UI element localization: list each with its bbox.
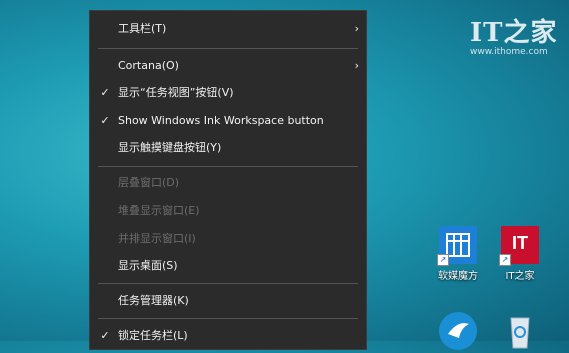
ithome-icon-text: IT (512, 233, 528, 253)
menu-item-label: 显示触摸键盘按钮(Y) (118, 141, 222, 154)
menu-item-label: 锁定任务栏(L) (118, 329, 188, 342)
menu-item-side-by-side-windows: 并排显示窗口(I) (90, 227, 366, 251)
menu-item-label: 显示“任务视图”按钮(V) (118, 86, 234, 99)
submenu-arrow-icon: › (354, 22, 359, 35)
ithome-icon: IT ↗ (499, 226, 539, 266)
menu-item-lock-taskbar[interactable]: ✓ 锁定任务栏(L) (90, 324, 366, 348)
menu-item-cortana[interactable]: Cortana(O) › (90, 54, 366, 78)
check-icon: ✓ (100, 329, 110, 342)
menu-item-show-task-view[interactable]: ✓ 显示“任务视图”按钮(V) (90, 81, 366, 105)
menu-item-cascade-windows: 层叠窗口(D) (90, 171, 366, 195)
desktop-icon-bird-app[interactable] (428, 312, 488, 350)
menu-item-label: 工具栏(T) (118, 22, 167, 35)
menu-separator (98, 283, 358, 284)
submenu-arrow-icon: › (354, 59, 359, 72)
menu-item-label: 并排显示窗口(I) (118, 232, 196, 245)
menu-item-label: 显示桌面(S) (118, 259, 178, 272)
check-icon: ✓ (100, 86, 110, 99)
menu-item-toolbars[interactable]: 工具栏(T) › (90, 17, 366, 41)
check-icon: ✓ (100, 114, 110, 127)
shortcut-arrow-icon: ↗ (499, 254, 511, 266)
ithome-logo: IT之家 (470, 18, 558, 48)
desktop-icon-label: IT之家 (505, 271, 535, 282)
taskbar-context-menu: 工具栏(T) › Cortana(O) › ✓ 显示“任务视图”按钮(V) ✓ … (89, 10, 367, 350)
watermark-url: www.ithome.com (470, 47, 548, 57)
menu-item-label: 任务管理器(K) (118, 294, 189, 307)
menu-separator (98, 318, 358, 319)
menu-item-stack-windows: 堆叠显示窗口(E) (90, 199, 366, 223)
menu-separator (98, 48, 358, 49)
shortcut-arrow-icon: ↗ (437, 254, 449, 266)
recycle-bin-icon (501, 312, 539, 350)
ithome-watermark: IT之家 www.ithome.com (470, 12, 558, 57)
menu-item-show-desktop[interactable]: 显示桌面(S) (90, 254, 366, 278)
desktop-icon-label: 软媒魔方 (438, 271, 478, 282)
menu-item-label: 层叠窗口(D) (118, 176, 180, 189)
menu-item-label: 堆叠显示窗口(E) (118, 204, 200, 217)
menu-item-show-touch-keyboard[interactable]: 显示触摸键盘按钮(Y) (90, 136, 366, 160)
desktop-icon-ithome[interactable]: IT ↗ IT之家 (490, 226, 550, 282)
menu-item-label: Cortana(O) (118, 59, 179, 72)
menu-item-label: Show Windows Ink Workspace button (118, 114, 324, 127)
bird-app-icon (439, 312, 477, 350)
menu-separator (98, 166, 358, 167)
menu-item-show-ink-workspace[interactable]: ✓ Show Windows Ink Workspace button (90, 109, 366, 133)
ruanmei-cube-icon: ↗ (437, 226, 477, 266)
desktop-icon-recycle-bin[interactable] (490, 312, 550, 350)
desktop-icon-ruanmei-cube[interactable]: ↗ 软媒魔方 (428, 226, 488, 282)
menu-item-task-manager[interactable]: 任务管理器(K) (90, 289, 366, 313)
